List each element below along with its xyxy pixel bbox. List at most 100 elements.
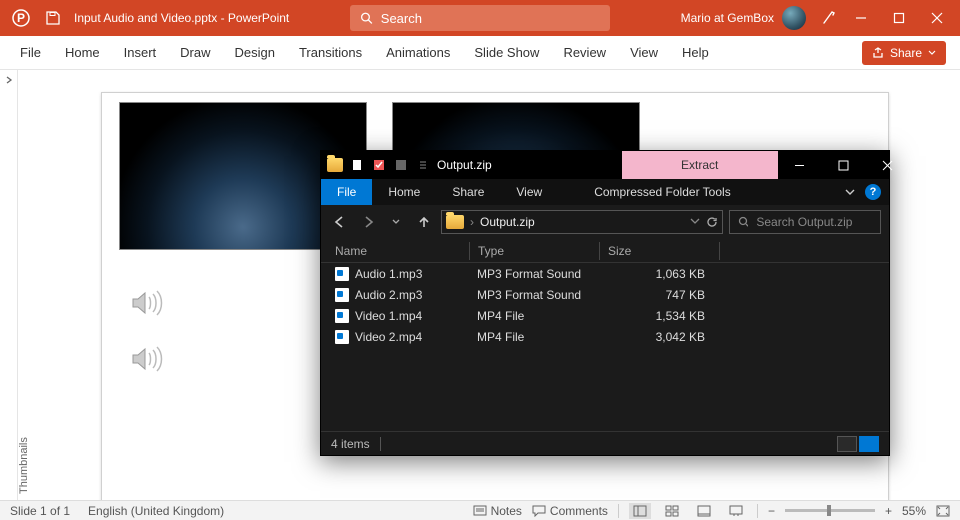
explorer-tab-home[interactable]: Home [372,179,436,205]
folder-icon [327,157,343,173]
sorter-view-button[interactable] [661,503,683,519]
file-row[interactable]: Audio 2.mp3 MP3 Format Sound 747 KB [321,284,889,305]
slide-indicator[interactable]: Slide 1 of 1 [10,504,70,518]
tab-view[interactable]: View [618,36,670,70]
properties-icon[interactable] [371,157,387,173]
refresh-icon[interactable] [706,216,718,228]
minimize-button[interactable] [844,0,878,36]
explorer-title: Output.zip [431,151,492,179]
folder-icon [446,215,464,229]
share-icon [872,47,884,59]
file-explorer-window: Output.zip Extract File Home Share View … [320,150,890,456]
audio-icon-2[interactable] [128,341,164,377]
item-count: 4 items [331,437,370,451]
breadcrumb[interactable]: Output.zip [480,215,535,229]
address-dropdown-icon[interactable] [690,216,700,226]
tab-home[interactable]: Home [53,36,112,70]
explorer-tab-file[interactable]: File [321,179,372,205]
search-input[interactable] [381,11,600,26]
language-indicator[interactable]: English (United Kingdom) [88,504,224,518]
explorer-statusbar: 4 items [321,431,889,455]
normal-view-button[interactable] [629,503,651,519]
tab-design[interactable]: Design [223,36,287,70]
comments-button[interactable]: Comments [532,504,608,518]
explorer-titlebar[interactable]: Output.zip Extract [321,151,889,179]
overflow-icon[interactable] [415,157,431,173]
notes-icon [473,505,487,517]
thumbnails-pane-collapsed[interactable] [0,70,18,500]
ribbon-collapse-icon[interactable] [845,187,855,197]
notes-button[interactable]: Notes [473,504,522,518]
document-title: Input Audio and Video.pptx - PowerPoint [74,11,289,25]
explorer-maximize-button[interactable] [822,151,866,179]
thumbnails-view-button[interactable] [859,436,879,452]
file-row[interactable]: Video 2.mp4 MP4 File 3,042 KB [321,326,889,347]
nav-forward-button[interactable] [357,211,379,233]
column-type[interactable]: Type [469,242,599,260]
explorer-search-input[interactable] [756,215,872,229]
account-button[interactable]: Mario at GemBox [673,6,814,30]
maximize-button[interactable] [882,0,916,36]
details-view-button[interactable] [837,436,857,452]
explorer-search[interactable] [729,210,881,234]
file-icon [335,288,349,302]
column-size[interactable]: Size [599,242,719,260]
column-name[interactable]: Name [321,244,469,258]
nav-history-button[interactable] [385,211,407,233]
explorer-menubar: File Home Share View Compressed Folder T… [321,179,889,205]
file-list: Audio 1.mp3 MP3 Format Sound 1,063 KB Au… [321,263,889,431]
explorer-tab-view[interactable]: View [500,179,558,205]
column-empty[interactable] [719,242,889,260]
tab-transitions[interactable]: Transitions [287,36,374,70]
search-icon [738,216,748,228]
tab-review[interactable]: Review [551,36,618,70]
fit-to-window-button[interactable] [936,505,950,517]
tab-animations[interactable]: Animations [374,36,462,70]
nav-up-button[interactable] [413,211,435,233]
avatar [782,6,806,30]
audio-icon-1[interactable] [128,285,164,321]
tab-slideshow[interactable]: Slide Show [462,36,551,70]
coming-soon-icon[interactable] [818,7,840,29]
file-icon [335,309,349,323]
tab-insert[interactable]: Insert [112,36,169,70]
dropdown-icon[interactable] [393,157,409,173]
zoom-out-button[interactable]: − [768,504,775,518]
close-button[interactable] [920,0,954,36]
explorer-tab-compressed-tools[interactable]: Compressed Folder Tools [578,179,747,205]
explorer-minimize-button[interactable] [778,151,822,179]
zoom-level[interactable]: 55% [902,504,926,518]
svg-text:P: P [17,11,25,25]
explorer-close-button[interactable] [866,151,910,179]
search-icon [360,11,373,25]
address-bar[interactable]: › Output.zip [441,210,723,234]
chevron-down-icon [928,49,936,57]
user-name: Mario at GemBox [681,11,774,25]
explorer-tab-share[interactable]: Share [436,179,500,205]
share-button[interactable]: Share [862,41,946,65]
comments-icon [532,505,546,517]
ribbon-search[interactable] [350,5,610,31]
slideshow-view-button[interactable] [725,503,747,519]
app-titlebar: P Input Audio and Video.pptx - PowerPoin… [0,0,960,36]
tab-draw[interactable]: Draw [168,36,222,70]
tab-help[interactable]: Help [670,36,721,70]
column-headers: Name Type Size [321,239,889,263]
tab-file[interactable]: File [8,36,53,70]
nav-back-button[interactable] [329,211,351,233]
save-icon[interactable] [42,7,64,29]
file-row[interactable]: Video 1.mp4 MP4 File 1,534 KB [321,305,889,326]
zoom-in-button[interactable]: + [885,504,892,518]
zoom-slider[interactable] [785,509,875,512]
explorer-navbar: › Output.zip [321,205,889,239]
quick-access-pin-icon[interactable] [349,157,365,173]
help-icon[interactable]: ? [865,184,881,200]
app-statusbar: Slide 1 of 1 English (United Kingdom) No… [0,500,960,520]
file-icon [335,267,349,281]
chevron-right-icon [5,76,13,84]
extract-tab[interactable]: Extract [622,151,778,179]
ribbon-tabs: File Home Insert Draw Design Transitions… [0,36,960,70]
reading-view-button[interactable] [693,503,715,519]
breadcrumb-sep: › [470,215,474,229]
file-row[interactable]: Audio 1.mp3 MP3 Format Sound 1,063 KB [321,263,889,284]
